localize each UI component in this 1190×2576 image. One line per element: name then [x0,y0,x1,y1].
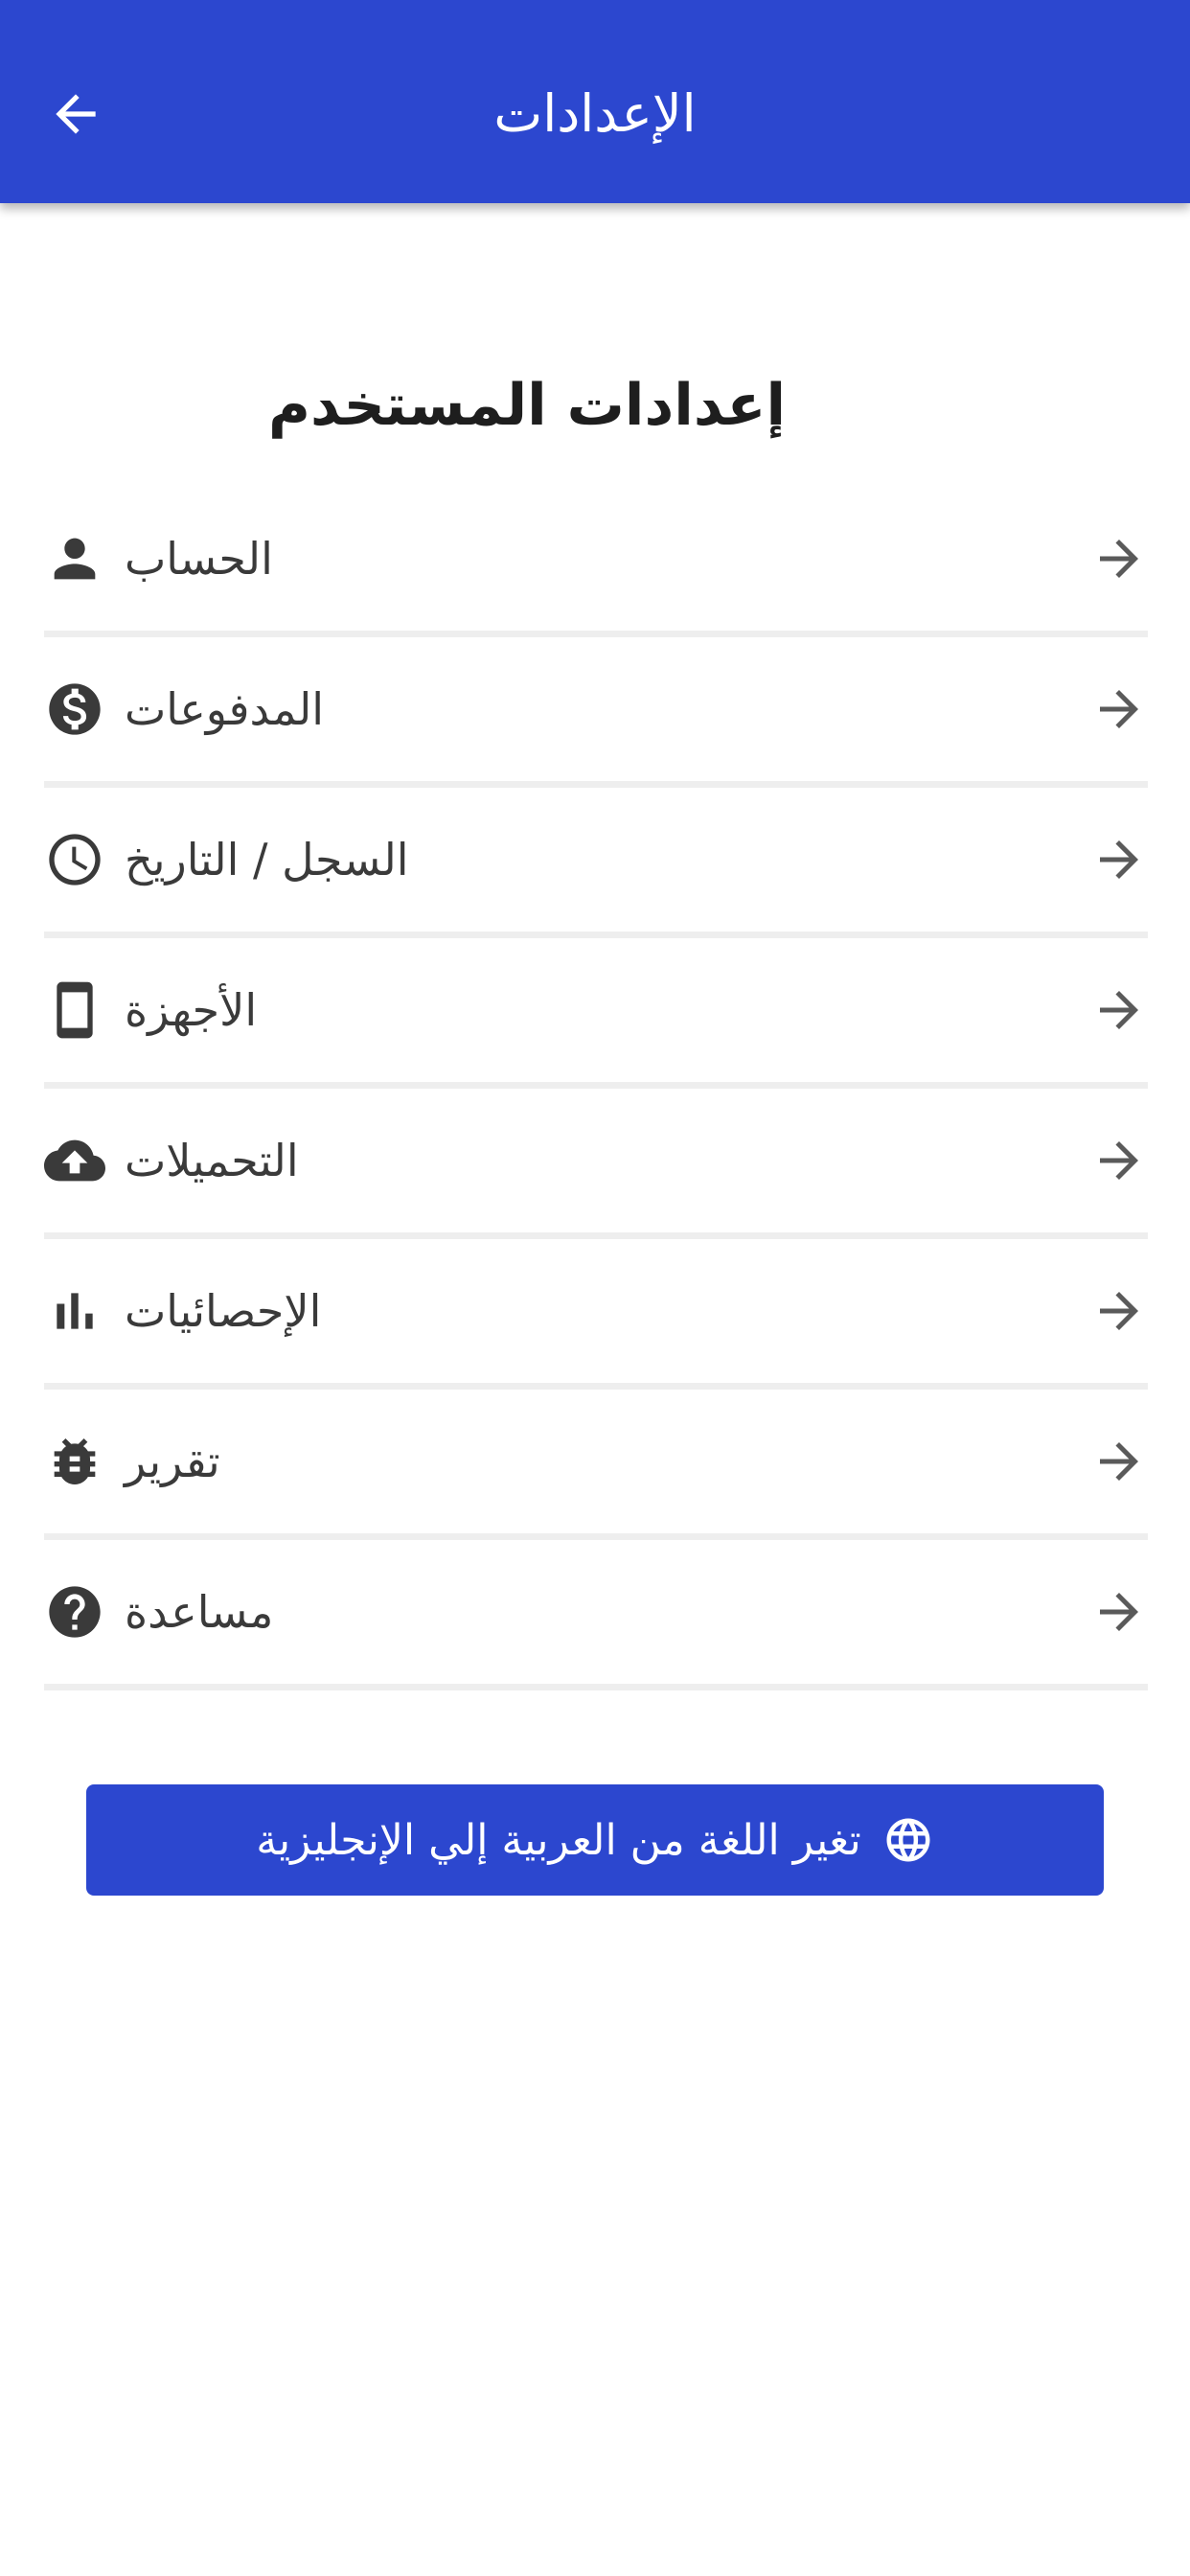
arrow-right-icon [1090,831,1148,888]
arrow-right-icon [1090,530,1148,587]
menu-item-help[interactable]: مساعدة [44,1540,1148,1690]
menu-item-label: الأجهزة [125,984,258,1036]
cloud-upload-icon [44,1130,105,1191]
change-language-label: تغير اللغة من العربية إلي الإنجليزية [256,1815,861,1865]
arrow-right-icon [1090,1583,1148,1641]
help-circle-icon [44,1581,105,1643]
menu-item-label: مساعدة [125,1586,274,1638]
menu-item-account[interactable]: الحساب [44,487,1148,637]
menu-item-report[interactable]: تقرير [44,1390,1148,1540]
globe-icon [882,1814,934,1866]
settings-menu-list: الحساب المدفوعات السجل / التاريخ الأجهزة [44,487,1148,1690]
menu-item-label: الإحصائيات [125,1285,322,1337]
menu-item-label: تقرير [125,1436,220,1487]
person-icon [44,528,105,589]
menu-item-label: الحساب [125,533,273,585]
arrow-right-icon [1090,680,1148,738]
phone-device-icon [44,979,105,1041]
dollar-circle-icon [44,678,105,740]
clock-icon [44,829,105,890]
arrow-right-icon [1090,1282,1148,1340]
section-title: إعدادات المستخدم [267,372,787,439]
menu-item-devices[interactable]: الأجهزة [44,938,1148,1089]
menu-item-uploads[interactable]: التحميلات [44,1089,1148,1239]
menu-item-statistics[interactable]: الإحصائيات [44,1239,1148,1390]
arrow-right-icon [1090,1433,1148,1490]
bug-icon [44,1431,105,1492]
arrow-right-icon [1090,1132,1148,1189]
menu-item-label: المدفوعات [125,683,325,735]
change-language-button[interactable]: تغير اللغة من العربية إلي الإنجليزية [86,1784,1104,1896]
menu-item-payments[interactable]: المدفوعات [44,637,1148,788]
bar-chart-icon [44,1280,105,1342]
arrow-right-icon [1090,981,1148,1039]
app-bar-title: الإعدادات [493,83,697,144]
menu-item-label: السجل / التاريخ [125,834,409,886]
menu-item-label: التحميلات [125,1135,299,1186]
menu-item-history[interactable]: السجل / التاريخ [44,788,1148,938]
app-bar: الإعدادات [0,0,1190,203]
